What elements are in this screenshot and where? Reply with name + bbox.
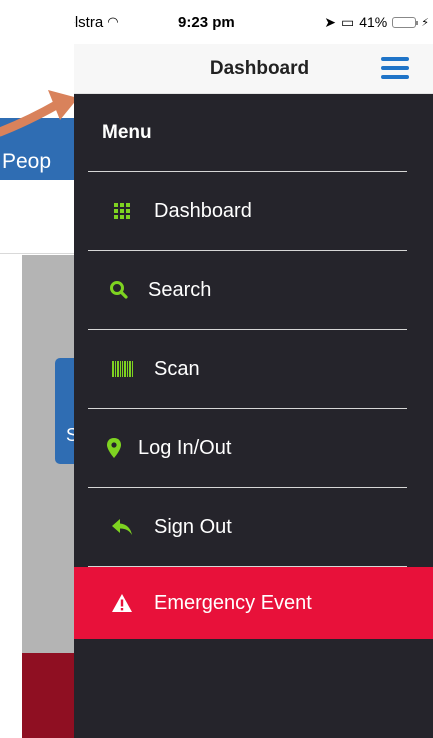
menu-item-sign-out[interactable]: Sign Out [88, 488, 407, 567]
background-status-bar [0, 198, 78, 254]
menu-item-search[interactable]: Search [88, 251, 407, 330]
menu-item-log-in-out[interactable]: Log In/Out [88, 409, 407, 488]
phone-screen: Telstra ◠ 9:23 pm ➤ ▭ 41% ⚡ Dashboard Me… [74, 0, 433, 738]
menu-item-label: Sign Out [154, 515, 232, 538]
menu-title: Menu [88, 94, 407, 172]
status-right: ➤ ▭ 41% ⚡ [324, 14, 429, 31]
hamburger-icon[interactable] [381, 57, 409, 79]
status-bar: Telstra ◠ 9:23 pm ➤ ▭ 41% ⚡ [74, 0, 433, 44]
pointer-arrow-icon [0, 90, 78, 137]
menu-item-label: Search [148, 278, 212, 301]
menu-item-label: Scan [154, 357, 200, 380]
menu-item-scan[interactable]: Scan [88, 330, 407, 409]
background-partial-label: Peop [2, 150, 52, 173]
status-time: 9:23 pm [178, 13, 235, 31]
carrier-label: Telstra [74, 13, 104, 31]
menu-item-emergency-event[interactable]: Emergency Event [74, 567, 433, 639]
battery-percent: 41% [359, 14, 388, 30]
navigation-bar: Dashboard [74, 44, 433, 94]
map-pin-icon [94, 438, 134, 458]
grid-icon [94, 203, 150, 219]
menu-footer [74, 639, 433, 734]
menu-item-label: Log In/Out [138, 436, 232, 459]
menu-item-dashboard[interactable]: Dashboard [88, 172, 407, 251]
wifi-icon: ◠ [107, 14, 119, 29]
background-red-panel [22, 653, 78, 738]
airplay-icon: ▭ [341, 13, 355, 30]
menu-item-label: Emergency Event [154, 591, 312, 614]
page-title: Dashboard [209, 57, 310, 79]
battery-icon [392, 16, 419, 28]
menu-item-label: Dashboard [154, 199, 252, 222]
status-left: Telstra ◠ [74, 14, 119, 31]
search-icon [94, 280, 144, 300]
side-menu: Menu Dashboard Search Scan Log In/Out Si… [74, 94, 433, 738]
warning-icon [94, 594, 150, 612]
charging-icon: ⚡ [421, 16, 429, 29]
location-icon: ➤ [324, 13, 336, 30]
reply-arrow-icon [94, 518, 150, 536]
barcode-icon [94, 361, 150, 377]
